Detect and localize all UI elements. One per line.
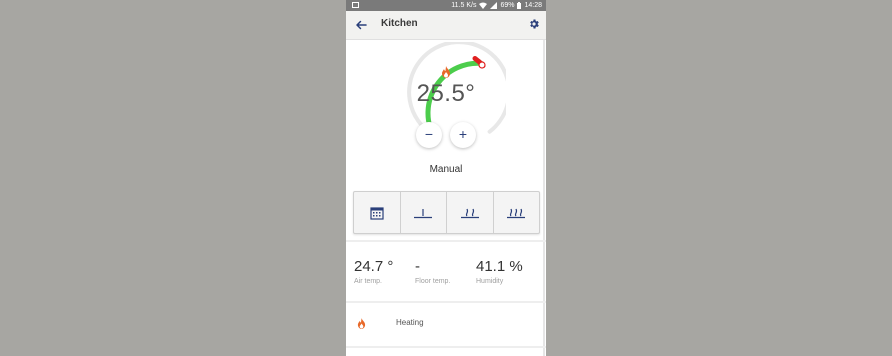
mode-selector — [353, 191, 540, 234]
heat-low-icon — [414, 208, 433, 218]
dial-handle[interactable] — [478, 61, 486, 69]
page-title: Kitchen — [381, 18, 418, 29]
app-bar: Kitchen — [346, 11, 546, 40]
floor-temp-value: - — [415, 258, 420, 275]
heat-medium-icon — [460, 208, 479, 218]
flame-icon — [357, 318, 366, 329]
heat-level-3-button[interactable] — [494, 192, 540, 233]
floor-temp-label: Floor temp. — [415, 278, 451, 285]
mode-label: Manual — [429, 164, 463, 175]
heat-level-1-button[interactable] — [401, 192, 447, 233]
status-bar: 11.5 K/s 69% 14:28 — [346, 0, 546, 11]
back-arrow-icon[interactable] — [354, 18, 368, 32]
air-temp-value: 24.7 ° — [354, 258, 394, 275]
flame-icon — [442, 66, 450, 78]
setpoint-temperature: 25.5° — [416, 80, 476, 107]
image-notification-icon — [352, 2, 359, 8]
section-divider — [346, 346, 546, 348]
battery-icon — [517, 2, 522, 9]
section-divider — [346, 301, 546, 303]
humidity-label: Humidity — [476, 278, 504, 285]
section-divider — [346, 240, 546, 242]
clock: 14:28 — [524, 2, 542, 9]
signal-icon — [490, 2, 498, 9]
calendar-icon — [370, 206, 384, 220]
air-temp-label: Air temp. — [354, 278, 383, 285]
increase-button[interactable]: + — [450, 122, 476, 148]
heating-label: Heating — [396, 318, 424, 327]
heat-high-icon — [507, 208, 526, 218]
humidity-value: 41.1 % — [476, 258, 523, 275]
decrease-button[interactable]: − — [416, 122, 442, 148]
scrollbar[interactable] — [543, 40, 545, 356]
battery-percent: 69% — [500, 2, 515, 9]
schedule-mode-button[interactable] — [354, 192, 401, 233]
network-speed: 11.5 K/s — [451, 2, 477, 9]
gear-icon[interactable] — [528, 18, 540, 30]
wifi-icon — [479, 2, 488, 9]
app-screen: 11.5 K/s 69% 14:28 Kitchen 25.5° − + Man… — [346, 0, 546, 356]
heat-level-2-button[interactable] — [447, 192, 494, 233]
heating-status-row[interactable]: Heating — [346, 304, 542, 344]
